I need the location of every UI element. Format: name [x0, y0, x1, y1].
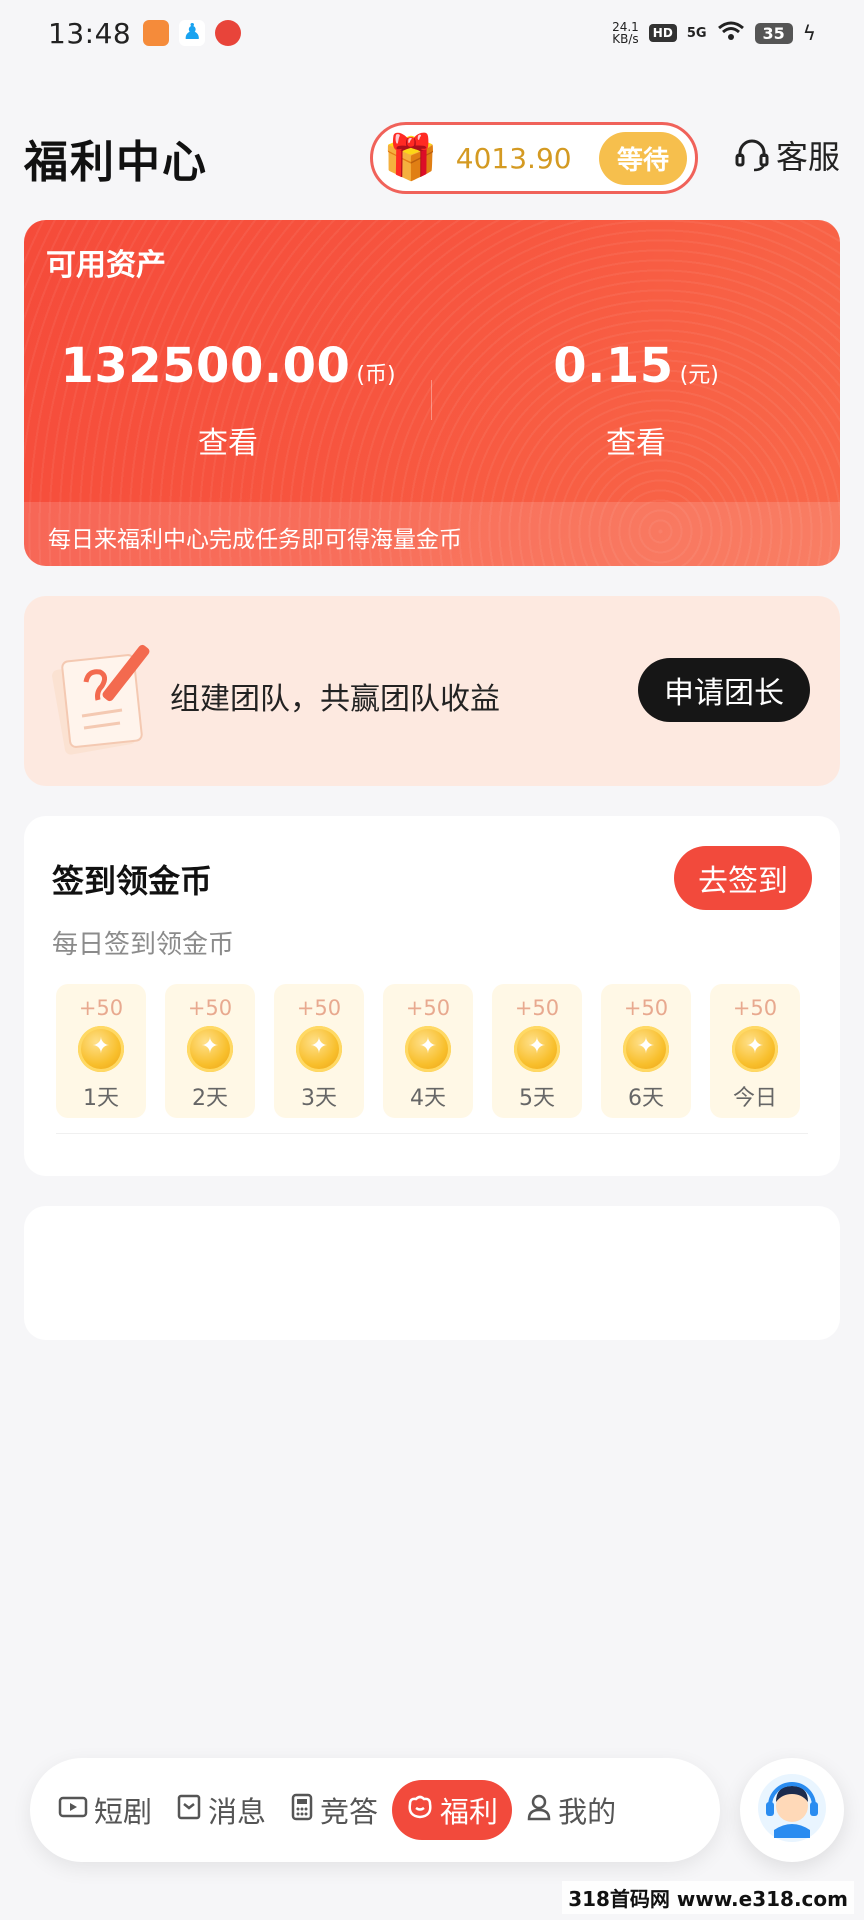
notepad-pen-icon [48, 630, 164, 760]
gift-box-icon: 🎁 [383, 132, 438, 183]
signin-day: +50 今日 [710, 984, 800, 1118]
go-signin-button[interactable]: 去签到 [674, 846, 812, 910]
gold-coin-icon [732, 1026, 778, 1072]
signin-days: +50 1天 +50 2天 +50 3天 +50 4天 +50 5天 +50 6… [56, 984, 808, 1134]
nav-item-welfare[interactable]: 福利 [392, 1780, 513, 1840]
signin-day: +50 4天 [383, 984, 473, 1118]
app-badge-icon [215, 20, 242, 46]
day-reward: +50 [78, 996, 124, 1020]
signin-day: +50 2天 [165, 984, 255, 1118]
headset-icon [734, 137, 770, 173]
day-reward: +50 [732, 996, 778, 1020]
coins-balance: 132500.00 (币) 查看 [24, 338, 432, 462]
net-speed-unit: KB/s [612, 32, 639, 46]
charging-icon: ϟ [802, 21, 816, 45]
team-leader-banner[interactable]: 组建团队，共赢团队收益 申请团长 [24, 596, 840, 786]
day-reward: +50 [514, 996, 560, 1020]
status-time: 13:48 [48, 16, 132, 50]
wait-button[interactable]: 等待 [598, 131, 687, 185]
day-reward: +50 [623, 996, 669, 1020]
net-speed: 24.1 KB/s [612, 21, 639, 45]
message-icon [176, 1793, 202, 1828]
nav-label-messages: 消息 [208, 1795, 267, 1829]
day-reward: +50 [405, 996, 451, 1020]
cash-unit: (元) [679, 363, 719, 388]
day-label: 3天 [301, 1086, 337, 1111]
gold-coin-icon [514, 1026, 560, 1072]
gift-bag-icon [406, 1794, 434, 1827]
status-app-icons: ♟ [143, 20, 242, 46]
nav-label-short-drama: 短剧 [94, 1795, 153, 1829]
assets-title: 可用资产 [46, 248, 166, 283]
customer-service-link[interactable]: 客服 [734, 132, 840, 178]
video-icon [58, 1795, 88, 1826]
daily-signin-card: 签到领金币 去签到 每日签到领金币 +50 1天 +50 2天 +50 3天 +… [24, 816, 840, 1176]
user-icon [526, 1793, 552, 1828]
signin-day: +50 3天 [274, 984, 364, 1118]
calculator-icon [290, 1793, 314, 1828]
team-banner-text: 组建团队，共赢团队收益 [170, 682, 500, 717]
assets-footer-text: 每日来福利中心完成任务即可得海量金币 [24, 502, 840, 566]
app-notification-icon [143, 20, 170, 46]
customer-service-label: 客服 [775, 138, 840, 176]
cash-balance: 0.15 (元) 查看 [432, 338, 840, 462]
day-reward: +50 [296, 996, 342, 1020]
gold-coin-icon [296, 1026, 342, 1072]
nav-label-profile: 我的 [558, 1795, 617, 1829]
support-agent-button[interactable] [740, 1758, 844, 1862]
day-reward: +50 [187, 996, 233, 1020]
cash-value: 0.15 [553, 338, 674, 394]
view-cash-link[interactable]: 查看 [432, 418, 840, 462]
nav-item-quiz[interactable]: 竞答 [280, 1780, 388, 1840]
nav-label-welfare: 福利 [440, 1795, 499, 1829]
coins-value: 132500.00 [60, 338, 351, 394]
pending-reward-pill[interactable]: 🎁 4013.90 等待 [370, 122, 698, 194]
view-coins-link[interactable]: 查看 [24, 418, 432, 462]
available-assets-card: 可用资产 132500.00 (币) 查看 0.15 (元) 查看 每日来福利中心完… [24, 220, 840, 566]
empty-content-card [24, 1206, 840, 1340]
signin-day: +50 5天 [492, 984, 582, 1118]
signal-5g-icon: 5G [686, 25, 707, 41]
signin-day: +50 1天 [56, 984, 146, 1118]
bottom-navigation: 短剧 消息 竞答 福利 我的 [30, 1758, 720, 1862]
gold-coin-icon [405, 1026, 451, 1072]
apply-team-leader-button[interactable]: 申请团长 [638, 658, 810, 722]
nav-item-profile[interactable]: 我的 [516, 1780, 626, 1840]
qq-icon: ♟ [179, 20, 206, 46]
nav-item-short-drama[interactable]: 短剧 [48, 1780, 162, 1840]
coins-unit: (币) [356, 363, 396, 388]
day-label: 2天 [192, 1086, 228, 1111]
signin-subtitle: 每日签到领金币 [52, 930, 235, 960]
nav-label-quiz: 竞答 [320, 1795, 379, 1829]
support-agent-icon [756, 1772, 828, 1848]
gold-coin-icon [78, 1026, 124, 1072]
day-label: 6天 [628, 1086, 664, 1111]
wifi-icon [717, 20, 745, 46]
site-watermark: 318首码网 www.e318.com [562, 1881, 854, 1914]
signin-title: 签到领金币 [52, 862, 213, 900]
nav-item-messages[interactable]: 消息 [166, 1780, 276, 1840]
pending-reward-amount: 4013.90 [455, 141, 572, 175]
hd-badge: HD [648, 24, 677, 42]
day-label: 4天 [410, 1086, 446, 1111]
day-label: 今日 [732, 1086, 777, 1111]
gold-coin-icon [187, 1026, 233, 1072]
day-label: 5天 [519, 1086, 555, 1111]
status-indicators: 24.1 KB/s HD 5G 35 ϟ [612, 20, 816, 46]
page-title: 福利中心 [24, 137, 208, 188]
page-header: 福利中心 🎁 4013.90 等待 客服 [24, 118, 840, 198]
battery-icon: 35 [754, 22, 793, 44]
day-label: 1天 [83, 1086, 119, 1111]
signin-day: +50 6天 [601, 984, 691, 1118]
status-bar: 13:48 ♟ 24.1 KB/s HD 5G 35 ϟ [0, 0, 864, 66]
gold-coin-icon [623, 1026, 669, 1072]
